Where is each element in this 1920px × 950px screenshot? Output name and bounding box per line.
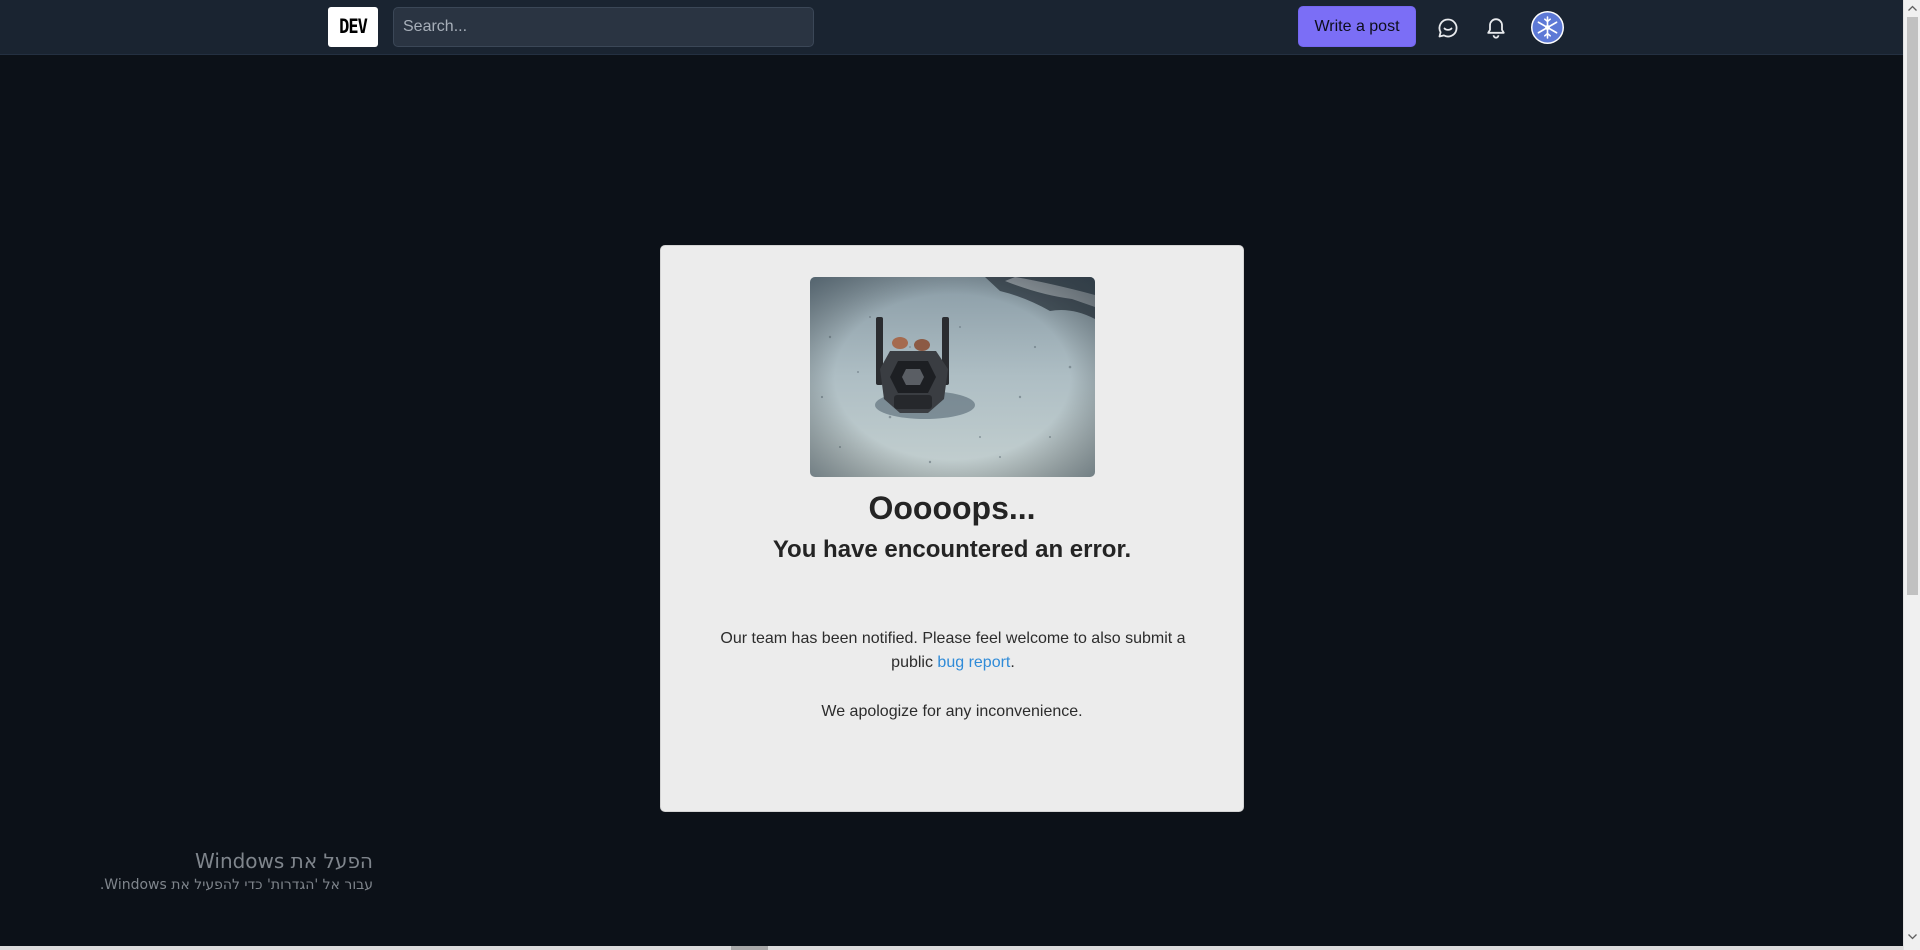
chat-button[interactable] xyxy=(1429,9,1467,47)
watermark-subtitle: עבור אל 'הגדרות' כדי להפעיל את Windows. xyxy=(99,877,373,893)
scroll-down-arrow-icon[interactable] xyxy=(1908,934,1917,940)
error-subtitle: You have encountered an error. xyxy=(772,536,1132,563)
bell-icon xyxy=(1487,18,1505,39)
vertical-scrollbar[interactable] xyxy=(1903,0,1920,950)
search-box[interactable] xyxy=(393,7,814,47)
chat-icon xyxy=(1438,18,1458,38)
error-message-end: . xyxy=(1010,654,1015,671)
horizontal-scroll-thumb[interactable] xyxy=(731,946,768,950)
avatar-icon xyxy=(1532,12,1563,43)
write-post-button[interactable]: Write a post xyxy=(1298,6,1416,47)
top-bar: DEV Write a post xyxy=(0,0,1903,55)
page: DEV Write a post xyxy=(0,0,1920,950)
vertical-scroll-thumb[interactable] xyxy=(1907,17,1918,595)
error-illustration xyxy=(810,277,1095,477)
dev-logo[interactable]: DEV xyxy=(328,7,378,47)
user-avatar[interactable] xyxy=(1531,11,1564,44)
notifications-button[interactable] xyxy=(1477,9,1515,47)
windows-activation-watermark: הפעל את Windows עבור אל 'הגדרות' כדי להפ… xyxy=(80,849,373,895)
error-title: Ooooops... xyxy=(868,490,1036,526)
watermark-title: הפעל את Windows xyxy=(195,849,373,873)
error-card: Ooooops... You have encountered an error… xyxy=(660,245,1244,812)
error-message: Our team has been notified. Please feel … xyxy=(716,627,1190,675)
search-input[interactable] xyxy=(403,8,813,46)
scroll-up-arrow-icon[interactable] xyxy=(1908,5,1917,11)
horizontal-scrollbar[interactable] xyxy=(0,946,1903,950)
apology-text: We apologize for any inconvenience. xyxy=(821,703,1083,720)
bug-report-link[interactable]: bug report xyxy=(937,654,1010,671)
logo-text: DEV xyxy=(339,15,368,39)
